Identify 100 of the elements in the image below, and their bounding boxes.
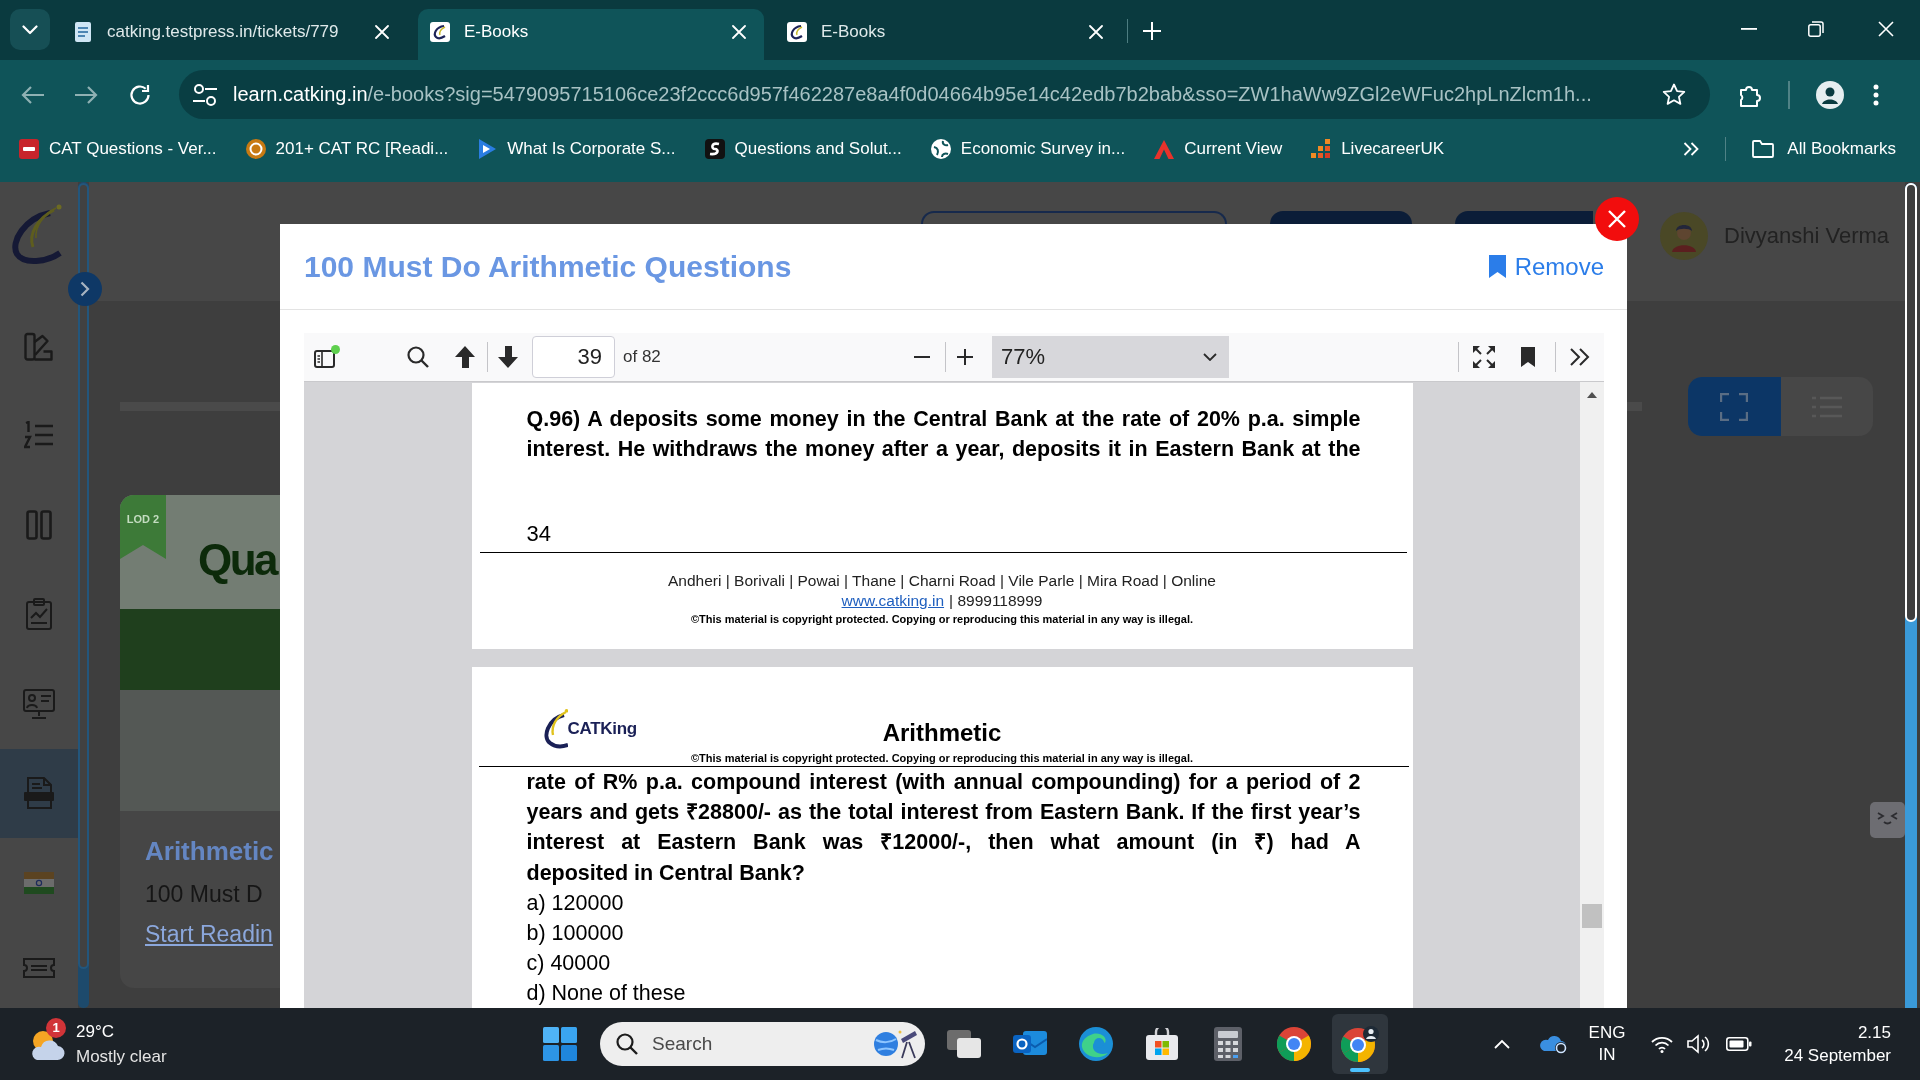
tab-search-button[interactable]: [10, 9, 50, 50]
address-bar[interactable]: learn.catking.in/e-books?sig=5479095715106ce23f2ccc6d957f462287e8a4f0d04664b95e14c42edb7b2bab&sso=ZW1haWw9ZGl2eWFuc2hpLnZlcm1h...: [179, 70, 1710, 119]
scroll-up-icon[interactable]: [1587, 392, 1597, 398]
scrollbar-thumb[interactable]: [1582, 904, 1602, 928]
region-label[interactable]: IN: [1598, 1044, 1616, 1066]
volume-icon[interactable]: [1687, 1034, 1711, 1054]
swoosh-logo-icon: [541, 709, 568, 749]
question-text: Q.96) A deposits some money in the Central Bank at the rate of 20% p.a. simple interest. He withdraws the money after a year, deposits it in Eastern Bank at the: [526, 406, 1361, 463]
folder-icon: [1752, 140, 1775, 158]
columns-icon: [26, 509, 52, 540]
chevron-down-icon: [22, 24, 38, 35]
windows-logo-icon[interactable]: [543, 1027, 577, 1061]
remove-bookmark-button[interactable]: Remove: [1488, 252, 1604, 281]
chevron-down-icon: [1203, 353, 1217, 361]
banner-text: Qua: [198, 535, 277, 585]
search-field[interactable]: Search: [600, 1022, 925, 1066]
browser-tab[interactable]: E-Books: [775, 9, 1121, 60]
reload-icon[interactable]: [129, 83, 151, 106]
double-chevron-icon[interactable]: [1569, 348, 1591, 366]
page-number-input[interactable]: 39: [532, 336, 615, 378]
bookmark-item[interactable]: 201+ CAT RC [Readi...: [245, 134, 449, 164]
temperature[interactable]: 29°C: [76, 1019, 167, 1044]
document-icon: [73, 21, 93, 42]
language-label[interactable]: ENG: [1588, 1022, 1626, 1044]
flag-icon: [24, 871, 54, 894]
bookmark-item[interactable]: CAT Questions - Ver...: [19, 134, 217, 164]
bookmark-icon: [1488, 255, 1506, 278]
swirl-logo-icon: [704, 139, 725, 159]
bookmark-item[interactable]: LivecareerUK: [1311, 134, 1445, 164]
calculator-icon: [1214, 1027, 1242, 1061]
active-indicator: [1350, 1068, 1370, 1072]
arrow-up-icon[interactable]: [455, 346, 475, 368]
arrow-down-icon[interactable]: [498, 346, 518, 368]
bookmark-icon[interactable]: [1521, 347, 1535, 367]
more-icon[interactable]: [1873, 83, 1879, 106]
start-reading-link[interactable]: Start Readin: [145, 920, 273, 948]
question-text: rate of R% p.a. compound interest (with annual compounding) for a period of 2 years and gets ₹28800/- as the total interest from Eastern Bank. If the first year’s interest at Eastern Bank was ₹12000/-, then what amount (in ₹) had A deposited in Central Bank?: [526, 769, 1361, 887]
play-icon: [477, 139, 498, 159]
ticket-icon: [23, 955, 55, 980]
globe-telescope-icon[interactable]: [871, 1028, 919, 1060]
bookmark-item[interactable]: What Is Corporate S...: [477, 134, 676, 164]
close-icon[interactable]: [375, 24, 389, 39]
zoom-select[interactable]: 77%: [992, 336, 1229, 378]
browser-profile-icon: [1341, 1026, 1379, 1062]
close-icon: [1608, 210, 1626, 228]
numbered-list-icon: [24, 421, 54, 450]
profile-icon[interactable]: [1816, 80, 1844, 109]
bookmark-item[interactable]: Current View: [1154, 134, 1283, 164]
fullscreen-icon[interactable]: [1473, 346, 1495, 368]
chat-widget-icon[interactable]: [1870, 802, 1905, 838]
scrollbar[interactable]: [1905, 183, 1917, 1008]
task-view-icon: [947, 1030, 981, 1058]
back-arrow-icon[interactable]: [21, 84, 45, 105]
browser-wave-icon: [1079, 1027, 1113, 1061]
crescent-logo-icon: [787, 21, 807, 42]
triangle-logo-icon: [1154, 139, 1175, 159]
level-ribbon: LOD 2: [120, 495, 166, 559]
browser-ring-icon: [1277, 1027, 1311, 1061]
modal-title: 100 Must Do Arithmetic Questions: [304, 249, 792, 284]
view-toggle-button[interactable]: [1688, 377, 1781, 436]
caret-up-icon[interactable]: [1494, 1039, 1510, 1049]
browser-tab[interactable]: catking.testpress.in/tickets/779: [61, 9, 407, 60]
plus-icon[interactable]: [957, 349, 973, 365]
branch-list: Andheri | Borivali | Powai | Thane | Charni Road | Vile Parle | Mira Road | Online: [668, 571, 1216, 591]
answer-option: a) 120000: [526, 887, 1413, 918]
weather-condition[interactable]: Mostly clear: [76, 1044, 167, 1069]
battery-icon[interactable]: [1726, 1037, 1752, 1051]
close-icon[interactable]: [1089, 24, 1103, 39]
restore-icon[interactable]: [1808, 21, 1824, 37]
taskbar-app-button[interactable]: [1332, 1014, 1388, 1074]
square-logo-icon: [19, 139, 39, 159]
coin-icon: [245, 139, 266, 159]
scrollbar[interactable]: [1580, 382, 1604, 1008]
star-icon[interactable]: [1662, 83, 1686, 106]
fullscreen-corners-icon: [1720, 392, 1749, 421]
dot-grid-icon: [1311, 139, 1332, 159]
brand-name: CATKing: [567, 719, 637, 739]
all-bookmarks-button[interactable]: All Bookmarks: [1752, 134, 1896, 164]
close-icon[interactable]: [732, 24, 746, 39]
browser-tab[interactable]: E-Books: [418, 9, 764, 60]
page-count: of 82: [623, 347, 661, 367]
website-link[interactable]: www.catking.in: [841, 591, 945, 611]
search-icon[interactable]: [407, 346, 429, 368]
phone-number: | 8999118999: [949, 591, 1043, 611]
monitor-icon: [23, 688, 55, 719]
forward-arrow-icon[interactable]: [74, 84, 98, 105]
clock-time[interactable]: 2.15: [1857, 1021, 1891, 1044]
divider-bar: [1627, 402, 1642, 411]
close-icon[interactable]: [1878, 21, 1894, 37]
card-title: Arithmetic: [145, 835, 274, 867]
cloud-icon[interactable]: [1539, 1034, 1567, 1054]
bookmark-item[interactable]: Economic Survey in...: [930, 134, 1126, 164]
crescent-logo-icon: [430, 21, 450, 42]
clock-date[interactable]: 24 September: [1784, 1044, 1891, 1067]
bookmark-item[interactable]: Questions and Solut...: [704, 134, 902, 164]
wifi-icon[interactable]: [1651, 1035, 1673, 1053]
sidebar-toggle-icon[interactable]: [314, 345, 340, 369]
swatches-icon: [24, 330, 54, 361]
copyright-notice: ©This material is copyright protected. Copying or reproducing this material in any way is illegal.: [691, 612, 1193, 627]
site-settings-icon[interactable]: [192, 82, 218, 107]
